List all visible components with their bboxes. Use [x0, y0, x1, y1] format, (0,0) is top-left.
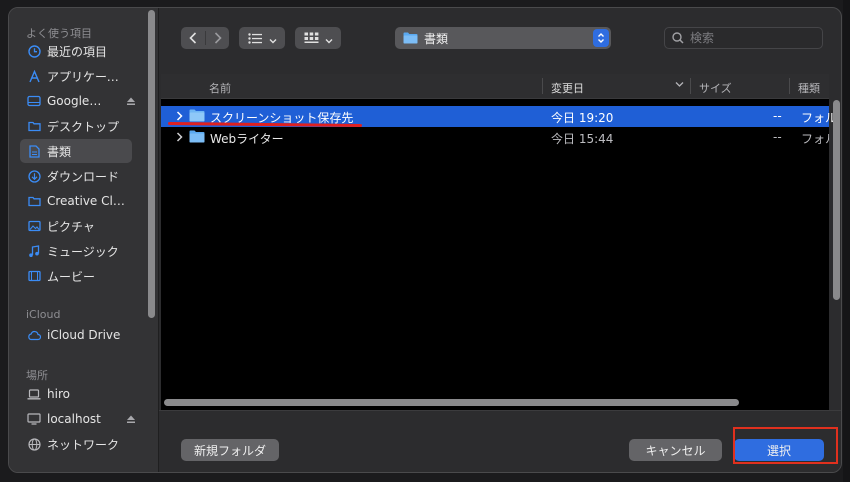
cancel-button[interactable]: キャンセル	[629, 439, 722, 461]
sidebar-section-icloud: iCloud	[26, 308, 61, 321]
list-header: 名前 変更日 サイズ 種類	[161, 74, 829, 99]
sidebar-item-label: 最近の項目	[47, 44, 108, 59]
sidebar-item-google-drive[interactable]: Google…	[20, 89, 138, 113]
cloud-icon	[27, 328, 41, 342]
desktop-icon	[27, 119, 41, 133]
clock-icon	[27, 44, 41, 58]
open-dialog: よく使う項目 最近の項目 アプリケーシ… Google… デスクトップ 書類 ダ…	[8, 7, 842, 473]
sidebar-scrollbar[interactable]	[148, 10, 155, 318]
column-header-size[interactable]: サイズ	[699, 80, 732, 96]
column-header-name[interactable]: 名前	[209, 80, 231, 96]
column-divider[interactable]	[690, 78, 691, 94]
list-horizontal-scrollbar[interactable]	[164, 399, 739, 406]
sidebar-item-label: ピクチャ	[47, 219, 95, 234]
sidebar-item-label: ミュージック	[47, 244, 119, 259]
sidebar-item-documents[interactable]: 書類	[20, 139, 132, 163]
sidebar-item-network[interactable]: ネットワーク	[20, 432, 132, 456]
location-label: 書類	[424, 31, 449, 46]
laptop-icon	[27, 387, 41, 401]
chevron-down-icon	[325, 29, 333, 48]
sidebar-item-label: ムービー	[47, 269, 96, 284]
back-forward-group	[181, 27, 229, 49]
photo-icon	[27, 219, 41, 233]
forward-icon[interactable]	[206, 32, 229, 44]
sidebar: よく使う項目 最近の項目 アプリケーシ… Google… デスクトップ 書類 ダ…	[9, 8, 159, 472]
window-edge	[843, 0, 850, 482]
list-icon	[247, 29, 263, 48]
eject-icon[interactable]	[126, 413, 136, 427]
sidebar-item-recents[interactable]: 最近の項目	[20, 39, 132, 63]
list-vertical-scrollbar[interactable]	[833, 100, 840, 300]
music-icon	[27, 244, 41, 258]
sidebar-item-label: Creative Clo…	[47, 194, 127, 208]
file-kind: フォル	[801, 111, 838, 125]
list-view-button[interactable]	[239, 27, 285, 49]
sidebar-item-music[interactable]: ミュージック	[20, 239, 132, 263]
popup-arrows-icon	[593, 29, 609, 47]
file-modified: 今日 15:44	[551, 132, 614, 145]
sidebar-item-label: 書類	[47, 144, 72, 159]
folder-icon	[403, 32, 418, 44]
file-modified: 今日 19:20	[551, 111, 614, 125]
sidebar-item-icloud-drive[interactable]: iCloud Drive	[20, 323, 132, 347]
sidebar-item-label: iCloud Drive	[47, 328, 121, 342]
grid-icon	[304, 29, 319, 48]
search-input[interactable]	[690, 31, 810, 45]
display-icon	[27, 412, 41, 426]
sidebar-item-label: ダウンロード	[47, 169, 120, 184]
chevron-down-icon	[269, 29, 277, 48]
eject-icon[interactable]	[126, 95, 136, 109]
column-divider[interactable]	[789, 78, 790, 94]
sidebar-item-hiro[interactable]: hiro	[20, 382, 132, 406]
sidebar-section-locations: 場所	[26, 369, 48, 382]
grid-view-button[interactable]	[295, 27, 341, 49]
annotation-highlight-box	[733, 427, 838, 464]
folder-icon	[189, 130, 205, 145]
drive-icon	[27, 94, 41, 108]
globe-icon	[27, 437, 41, 451]
sidebar-item-label: ネットワーク	[47, 437, 120, 452]
sidebar-item-label: hiro	[47, 387, 70, 401]
sidebar-item-label: アプリケーシ…	[47, 69, 127, 84]
column-divider[interactable]	[542, 78, 543, 94]
search-field[interactable]	[664, 27, 823, 49]
sidebar-item-desktop[interactable]: デスクトップ	[20, 114, 132, 138]
sidebar-item-downloads[interactable]: ダウンロード	[20, 164, 132, 188]
disclosure-chevron-icon[interactable]	[176, 131, 183, 145]
sidebar-item-label: Google…	[47, 94, 102, 108]
download-icon	[27, 169, 41, 183]
chevron-down-icon	[675, 78, 684, 91]
film-icon	[27, 269, 41, 283]
sidebar-item-applications[interactable]: アプリケーシ…	[20, 64, 132, 88]
search-icon	[672, 32, 684, 44]
file-size: --	[773, 130, 782, 144]
back-icon[interactable]	[181, 32, 205, 44]
sidebar-item-creative-cloud[interactable]: Creative Clo…	[20, 189, 132, 213]
document-icon	[27, 144, 41, 158]
sidebar-item-movies[interactable]: ムービー	[20, 264, 132, 288]
sidebar-item-localhost[interactable]: localhost	[20, 407, 138, 431]
folder-icon	[27, 194, 41, 208]
file-name: Webライター	[210, 132, 284, 145]
column-header-kind[interactable]: 種類	[798, 80, 820, 96]
sidebar-item-label: localhost	[47, 412, 101, 426]
file-size: --	[773, 109, 782, 123]
sidebar-item-label: デスクトップ	[47, 119, 120, 134]
file-kind: フォル	[801, 132, 829, 145]
column-header-modified[interactable]: 変更日	[551, 80, 584, 96]
apps-icon	[27, 69, 41, 83]
new-folder-button[interactable]: 新規フォルダ	[181, 439, 279, 461]
sidebar-item-pictures[interactable]: ピクチャ	[20, 214, 132, 238]
location-popup[interactable]: 書類	[395, 27, 611, 49]
table-row[interactable]: Webライター 今日 15:44 -- フォル	[161, 127, 829, 145]
